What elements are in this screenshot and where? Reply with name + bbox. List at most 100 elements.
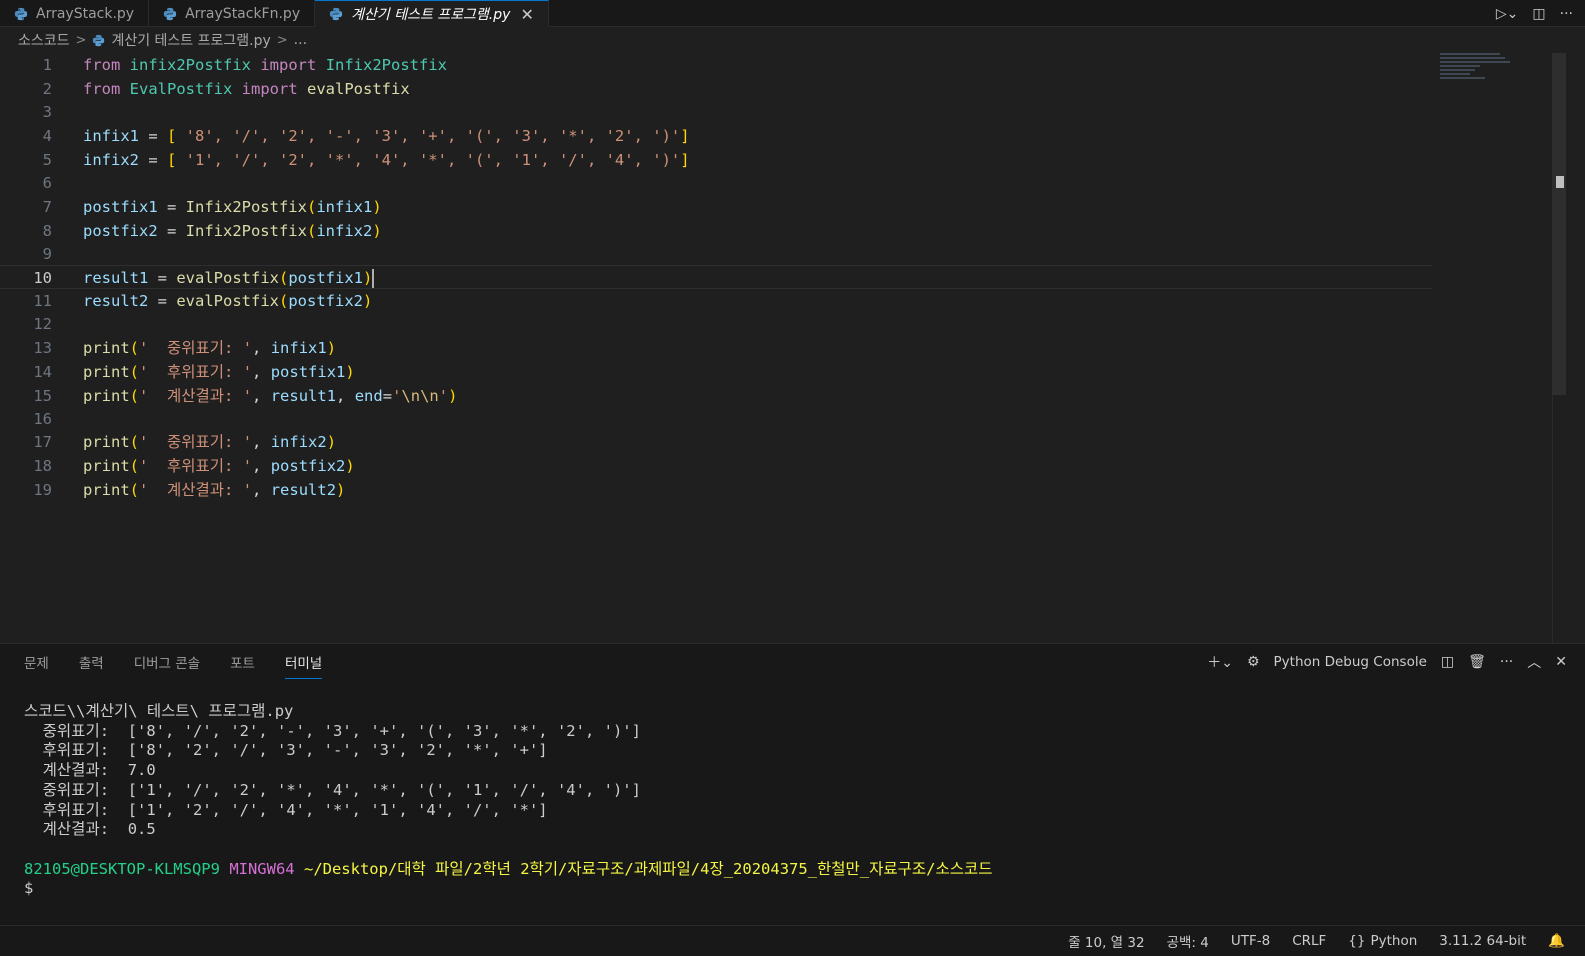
editor-actions: ▷⌄ ◫ ··· [1496, 0, 1573, 27]
code-line[interactable]: 6 [0, 171, 1432, 195]
language-label: Python [1370, 933, 1418, 949]
minimap[interactable] [1440, 53, 1520, 93]
function-name: evalPostfix [176, 269, 279, 287]
argument: infix2 [316, 222, 373, 240]
trash-icon[interactable]: 🗑 [1468, 654, 1486, 670]
variable: postfix1 [83, 198, 158, 216]
indentation[interactable]: 공백: 4 [1167, 931, 1209, 951]
cursor-position[interactable]: 줄 10, 열 32 [1068, 931, 1144, 951]
breadcrumb-folder[interactable]: 소스코드 [18, 30, 70, 50]
debug-icon: ⚙ [1246, 654, 1260, 670]
bell-icon[interactable]: 🔔 [1548, 933, 1565, 949]
language-mode[interactable]: {} Python [1348, 933, 1417, 949]
new-terminal-icon[interactable]: ＋⌄ [1207, 652, 1233, 672]
line-number: 10 [33, 269, 52, 287]
line-ending[interactable]: CRLF [1292, 933, 1326, 949]
tab-calculator-test[interactable]: 계산기 테스트 프로그램.py ✕ [315, 0, 549, 27]
variable: postfix2 [83, 222, 158, 240]
terminal-line: 후위표기: ['1', '2', '/', '4', '*', '1', '4'… [24, 800, 548, 819]
tab-arraystackfn[interactable]: ArrayStackFn.py [149, 0, 316, 27]
code-line[interactable]: 8 postfix2 = Infix2Postfix(infix2) [0, 219, 1432, 243]
close-icon[interactable]: ✕ [520, 5, 533, 24]
terminal-prompt-line: 82105@DESKTOP-KLMSQP9 MINGW64 ~/Desktop/… [24, 860, 993, 880]
code-line[interactable]: 12 [0, 312, 1432, 336]
chevron-right-icon: > [276, 32, 288, 48]
breadcrumb-file[interactable]: 계산기 테스트 프로그램.py [111, 30, 270, 50]
variable: infix1 [83, 127, 139, 145]
panel-actions: ＋⌄ ⚙ Python Debug Console ◫ 🗑 ··· ︿ ✕ [1207, 652, 1567, 672]
breadcrumb-more[interactable]: ... [294, 32, 307, 48]
code-line[interactable]: 9 [0, 242, 1432, 266]
code-line[interactable]: 4 infix1 = [ '8', '/', '2', '-', '3', '+'… [0, 124, 1432, 148]
argument: result1 [270, 387, 337, 405]
string: ' 후위표기: ' [139, 363, 253, 381]
scrollbar-thumb[interactable] [1552, 53, 1566, 395]
function-name: print [83, 433, 130, 451]
tab-problems[interactable]: 문제 [24, 652, 49, 679]
chevron-up-icon[interactable]: ︿ [1527, 652, 1541, 672]
function-name: Infix2Postfix [185, 222, 307, 240]
keyword: import [241, 80, 298, 98]
python-interpreter[interactable]: 3.11.2 64-bit [1439, 933, 1526, 949]
code-line[interactable]: 17 print(' 중위표기: ', infix2) [0, 430, 1432, 454]
function-name: print [83, 363, 130, 381]
code-line[interactable]: 13 print(' 중위표기: ', infix1) [0, 336, 1432, 360]
terminal-line: 중위표기: ['8', '/', '2', '-', '3', '+', '('… [24, 721, 641, 740]
tab-arraystack[interactable]: ArrayStack.py [0, 0, 150, 27]
terminal-line: 계산결과: 0.5 [24, 820, 156, 839]
more-actions-icon[interactable]: ··· [1500, 654, 1513, 670]
code-editor[interactable]: 1 from infix2Postfix import Infix2Postfix… [0, 53, 1550, 643]
tab-terminal[interactable]: 터미널 [284, 652, 323, 679]
function-name: print [83, 339, 130, 357]
code-line[interactable]: 19 print(' 계산결과: ', result2) [0, 478, 1432, 502]
split-editor-icon[interactable]: ◫ [1532, 6, 1545, 22]
line-number: 5 [42, 151, 52, 169]
terminal-input-line[interactable]: $ [24, 879, 993, 899]
code-line[interactable]: 18 print(' 후위표기: ', postfix2) [0, 454, 1432, 478]
line-number: 14 [33, 363, 52, 381]
variable: infix2 [83, 151, 139, 169]
code-line[interactable]: 1 from infix2Postfix import Infix2Postfix [0, 53, 1432, 77]
prompt-env: MINGW64 [229, 859, 295, 878]
code-line[interactable]: 5 infix2 = [ '1', '/', '2', '*', '4', '*'… [0, 148, 1432, 172]
code-line-current[interactable]: 10 result1 = evalPostfix(postfix1) [0, 265, 1432, 289]
bottom-panel: 문제 출력 디버그 콘솔 포트 터미널 ＋⌄ ⚙ Python Debug Co… [0, 643, 1585, 925]
line-number: 9 [42, 245, 52, 263]
argument: infix1 [270, 339, 327, 357]
code-line[interactable]: 11 result2 = evalPostfix(postfix2) [0, 289, 1432, 313]
split-terminal-icon[interactable]: ◫ [1441, 654, 1454, 670]
python-file-icon [163, 7, 177, 20]
string: ' 후위표기: ' [139, 457, 253, 475]
line-number: 17 [33, 433, 52, 451]
terminal-output[interactable]: 스코드\\계산기\ 테스트\ 프로그램.py 중위표기: ['8', '/', … [24, 702, 993, 899]
tab-label: ArrayStack.py [36, 5, 135, 22]
code-line[interactable]: 2 from EvalPostfix import evalPostfix [0, 77, 1432, 101]
breadcrumb: 소스코드 > 계산기 테스트 프로그램.py > ... [0, 27, 1585, 53]
argument: infix2 [270, 433, 327, 451]
code-line[interactable]: 7 postfix1 = Infix2Postfix(infix1) [0, 195, 1432, 219]
more-actions-icon[interactable]: ··· [1560, 6, 1573, 22]
line-number: 1 [42, 56, 52, 74]
code-line[interactable]: 3 [0, 100, 1432, 124]
terminal-line: 후위표기: ['8', '2', '/', '3', '-', '3', '2'… [24, 741, 548, 760]
prompt-path: ~/Desktop/대학 파일/2학년 2학기/자료구조/과제파일/4장_202… [303, 859, 993, 878]
code-line[interactable]: 14 print(' 후위표기: ', postfix1) [0, 360, 1432, 384]
terminal-line: 계산결과: 7.0 [24, 761, 156, 780]
argument: postfix1 [270, 363, 346, 381]
function-name: evalPostfix [307, 80, 410, 98]
tab-ports[interactable]: 포트 [230, 652, 255, 679]
encoding[interactable]: UTF-8 [1231, 933, 1270, 949]
status-bar: 줄 10, 열 32 공백: 4 UTF-8 CRLF {} Python 3.1… [0, 925, 1585, 956]
keyword: from [83, 80, 121, 98]
variable: result2 [83, 292, 149, 310]
code-line[interactable]: 16 [0, 407, 1432, 431]
terminal-selector[interactable]: Python Debug Console [1274, 654, 1427, 670]
argument: postfix2 [270, 457, 346, 475]
panel-tabs: 문제 출력 디버그 콘솔 포트 터미널 [24, 652, 323, 679]
tab-debug-console[interactable]: 디버그 콘솔 [134, 652, 200, 679]
tab-label: 계산기 테스트 프로그램.py [351, 7, 511, 23]
run-icon[interactable]: ▷⌄ [1496, 6, 1519, 22]
close-panel-icon[interactable]: ✕ [1555, 654, 1567, 670]
code-line[interactable]: 15 print(' 계산결과: ', result1, end='\n\n') [0, 384, 1432, 408]
tab-output[interactable]: 출력 [79, 652, 104, 679]
